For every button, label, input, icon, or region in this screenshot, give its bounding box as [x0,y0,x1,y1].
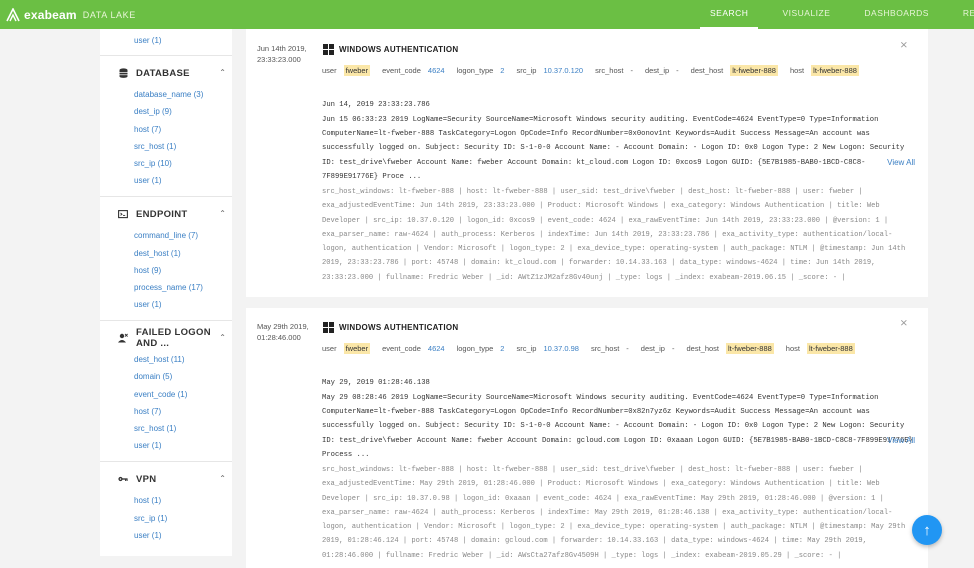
field-value[interactable]: - [630,66,633,75]
facet-item[interactable]: host (7) [100,121,232,138]
field-value[interactable]: fweber [343,64,371,76]
results-list: Jun 14th 2019, 23:33:23.000 WINDOWS AUTH… [246,29,928,568]
result-title: WINDOWS AUTHENTICATION [323,44,458,55]
divider [100,55,232,57]
facet-item[interactable]: src_host (1) [100,138,232,155]
main-nav: SEARCH VISUALIZE DASHBOARDS REPORTS [700,0,974,29]
result-card[interactable]: May 29th 2019, 01:28:46.000 WINDOWS AUTH… [246,308,928,568]
facet-item[interactable]: user (1) [100,527,232,544]
parsed-fields: src_host_windows: lt-fweber-888 | host: … [322,188,906,282]
field-value[interactable]: lt-fweber-888 [806,342,855,354]
facet-item[interactable]: command_line (7) [100,227,232,244]
parsed-fields: src_host_windows: lt-fweber-888 | host: … [322,466,906,560]
facet-item[interactable]: dest_host (1) [100,245,232,262]
field-value[interactable]: lt-fweber-888 [811,64,859,76]
divider [100,196,232,198]
key-icon [118,474,128,484]
field-value[interactable]: - [626,344,629,353]
facet-group-title: DATABASE [136,67,190,79]
divider [100,320,232,322]
chevron-up-icon[interactable]: ⌃ [219,68,226,77]
endpoint-icon [118,209,128,219]
facet-item[interactable]: user (1) [100,296,232,313]
result-date: May 29th 2019, 01:28:46.000 [257,322,309,342]
field-value[interactable]: lt-fweber-888 [726,342,774,354]
facet-item[interactable]: user (1) [100,32,232,49]
facet-sidebar: user (1) DATABASE ⌃ database_name (3) de… [100,29,232,556]
facet-item[interactable]: dest_host (11) [100,351,232,368]
facet-item[interactable]: database_name (3) [100,86,232,103]
facet-item[interactable]: domain (5) [100,368,232,385]
facet-item[interactable]: dest_ip (9) [100,103,232,120]
windows-icon [323,322,334,333]
brand-name: exabeam [24,7,77,22]
result-date: Jun 14th 2019, 23:33:23.000 [257,44,307,64]
view-all-link[interactable]: View All [887,436,915,445]
divider [100,461,232,463]
field-value[interactable]: - [672,344,675,353]
brand-logo[interactable]: exabeam DATA LAKE [6,7,136,22]
raw-event: Jun 15 06:33:23 2019 LogName=Security So… [322,116,909,181]
facet-item[interactable]: host (1) [100,492,232,509]
field-value[interactable]: 10.37.0.98 [543,344,578,353]
exabeam-logo-icon [6,7,20,21]
nav-visualize[interactable]: VISUALIZE [772,0,840,29]
share-icon[interactable]: ⨯ [900,318,908,329]
nav-dashboards[interactable]: DASHBOARDS [854,0,939,29]
facet-item[interactable]: process_name (17) [100,279,232,296]
field-value[interactable]: lt-fweber-888 [730,64,778,76]
facet-item[interactable]: src_ip (1) [100,510,232,527]
view-all-link[interactable]: View All [887,158,915,167]
nav-search[interactable]: SEARCH [700,0,759,29]
facet-group-failed-logon[interactable]: FAILED LOGON AND ... ⌃ [100,325,232,351]
facet-item[interactable]: host (9) [100,262,232,279]
database-icon [118,68,128,79]
field-value[interactable]: 2 [500,66,504,75]
result-title: WINDOWS AUTHENTICATION [323,322,458,333]
chevron-up-icon[interactable]: ⌃ [219,333,226,342]
facet-group-vpn[interactable]: VPN ⌃ [100,466,232,492]
chevron-up-icon[interactable]: ⌃ [219,209,226,218]
facet-group-title: VPN [136,473,157,485]
field-value[interactable]: fweber [343,342,371,354]
facet-item[interactable]: src_host (1) [100,420,232,437]
result-card[interactable]: Jun 14th 2019, 23:33:23.000 WINDOWS AUTH… [246,29,928,297]
raw-event-time: May 29, 2019 01:28:46.138 [322,379,430,387]
brand-product: DATA LAKE [82,9,136,20]
windows-icon [323,44,334,55]
raw-event-time: Jun 14, 2019 23:33:23.786 [322,101,430,109]
field-value[interactable]: 10.37.0.120 [543,66,583,75]
result-fields: user fweber event_code 4624 logon_type 2… [322,342,855,354]
result-fields: user fweber event_code 4624 logon_type 2… [322,64,859,76]
scroll-to-top-button[interactable]: ↑ [912,515,942,545]
field-value[interactable]: 4624 [428,66,445,75]
user-block-icon [118,333,128,343]
facet-group-title: ENDPOINT [136,208,188,220]
nav-reports[interactable]: REPORTS [953,0,974,29]
facet-item[interactable]: user (1) [100,172,232,189]
share-icon[interactable]: ⨯ [900,40,908,51]
raw-event: May 29 08:28:46 2019 LogName=Security So… [322,394,918,459]
top-bar: exabeam DATA LAKE SEARCH VISUALIZE DASHB… [0,0,974,29]
facet-item[interactable]: user (1) [100,437,232,454]
facet-group-database[interactable]: DATABASE ⌃ [100,60,232,86]
field-value[interactable]: 4624 [428,344,445,353]
facet-item[interactable]: src_ip (10) [100,155,232,172]
field-value[interactable]: - [676,66,679,75]
arrow-up-icon: ↑ [923,521,931,539]
field-value[interactable]: 2 [500,344,504,353]
facet-item[interactable]: host (7) [100,403,232,420]
facet-group-endpoint[interactable]: ENDPOINT ⌃ [100,201,232,227]
facet-group-title: FAILED LOGON AND ... [136,327,211,350]
facet-item[interactable]: event_code (1) [100,386,232,403]
chevron-up-icon[interactable]: ⌃ [219,474,226,483]
